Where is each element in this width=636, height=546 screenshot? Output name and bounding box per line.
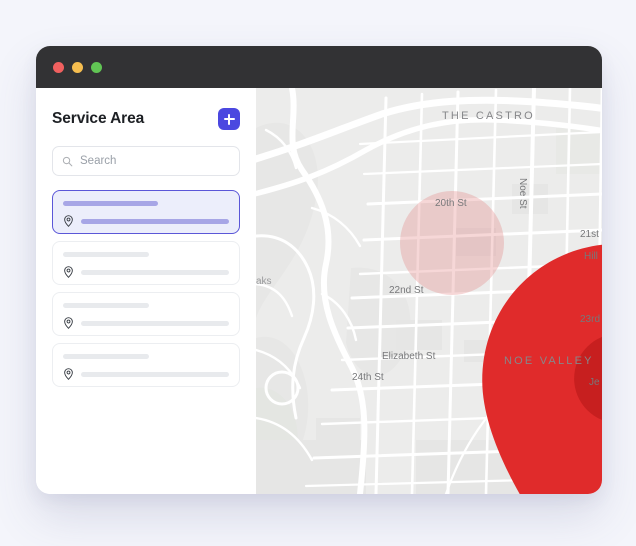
map-pin-icon[interactable] [446,231,602,494]
list-item-subtitle-skeleton [81,218,229,224]
list-item-title-skeleton [63,354,150,359]
minimize-window-button[interactable] [72,61,83,73]
maximize-window-button[interactable] [91,61,102,73]
list-item[interactable] [52,292,240,336]
map-canvas[interactable]: THE CASTRO Noe St 20th St 21st Hill 22nd… [256,88,602,494]
list-item-subtitle-skeleton [81,320,229,326]
location-pin-icon [64,266,73,278]
list-item-subtitle-skeleton [81,371,229,377]
list-item[interactable] [52,241,240,285]
service-area-list [52,190,240,387]
list-item[interactable] [52,343,240,387]
search-placeholder: Search [80,155,117,167]
window-content: Service Area Search THE CASTRO Noe St 20… [36,88,602,494]
location-pin-icon [64,368,73,380]
page-title: Service Area [52,110,145,127]
sidebar-panel: Service Area Search [36,88,256,494]
location-pin-icon [64,317,73,329]
close-window-button[interactable] [53,61,64,73]
add-service-area-button[interactable] [218,108,240,130]
app-window: Service Area Search THE CASTRO Noe St 20… [36,46,602,494]
list-item-subtitle-skeleton [81,269,229,275]
location-pin-icon [64,215,73,227]
window-titlebar [36,46,602,88]
page-canvas: Service Area Search THE CASTRO Noe St 20… [0,0,636,546]
list-item-title-skeleton [63,201,158,206]
list-item-title-skeleton [63,303,150,308]
search-icon [62,156,73,166]
list-item[interactable] [52,190,240,234]
search-input[interactable]: Search [52,146,240,176]
list-item-title-skeleton [63,252,150,257]
sidebar-header: Service Area [52,108,240,130]
